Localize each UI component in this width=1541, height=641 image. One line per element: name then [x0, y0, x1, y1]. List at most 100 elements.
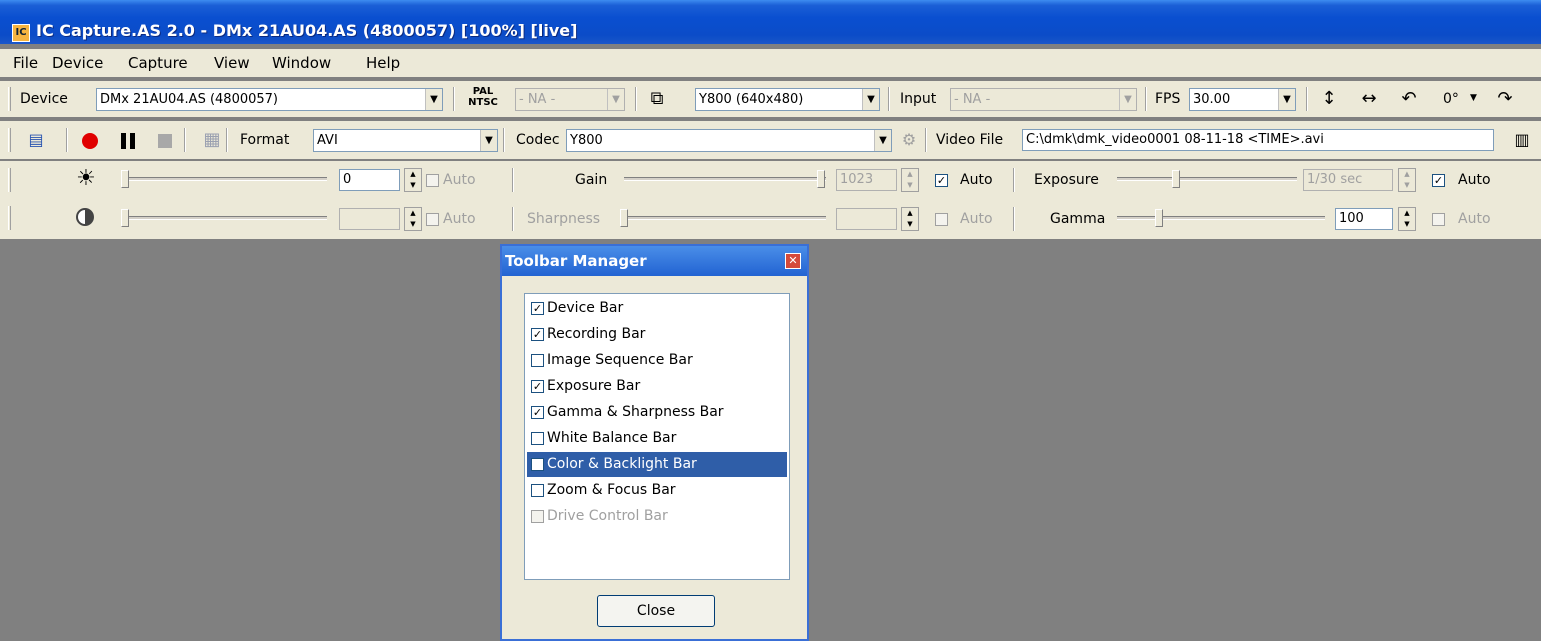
- exposure-auto-checkbox[interactable]: ✓: [1432, 174, 1445, 187]
- device-select[interactable]: DMx 21AU04.AS (4800057) ▼: [96, 88, 443, 111]
- gamma-slider-track[interactable]: [1117, 216, 1325, 220]
- list-item-device-bar[interactable]: ✓ Device Bar: [527, 296, 787, 321]
- checkbox[interactable]: ✓: [531, 302, 544, 315]
- exposure-bar: ☀ 0 ▲ ▼ Auto Gain 1023 ▲ ▼ ✓ Auto Exposure…: [0, 161, 1541, 199]
- rotation-value[interactable]: 0°: [1443, 91, 1459, 107]
- chevron-down-icon: ▼: [480, 130, 497, 151]
- close-icon[interactable]: ✕: [785, 253, 801, 269]
- rotate-right-icon[interactable]: ↷: [1493, 87, 1517, 111]
- exposure-slider-thumb[interactable]: [1172, 170, 1180, 188]
- exposure-spinner[interactable]: ▲ ▼: [1398, 168, 1416, 192]
- menu-view[interactable]: View: [214, 54, 250, 72]
- checkbox[interactable]: [531, 484, 544, 497]
- stop-icon[interactable]: [158, 134, 172, 148]
- gamma-slider-thumb[interactable]: [1155, 209, 1163, 227]
- brightness-value[interactable]: 0: [339, 169, 400, 191]
- image-format-icon: ⧉: [650, 88, 664, 109]
- brightness-slider-thumb[interactable]: [121, 170, 129, 188]
- toolbar-grip[interactable]: [8, 168, 11, 192]
- checkbox[interactable]: [531, 354, 544, 367]
- input-select[interactable]: - NA - ▼: [950, 88, 1137, 111]
- sharpness-value[interactable]: [836, 208, 897, 230]
- codec-select[interactable]: Y800 ▼: [566, 129, 892, 152]
- codec-properties-icon[interactable]: ⚙: [897, 128, 921, 152]
- input-label: Input: [900, 91, 937, 107]
- chevron-down-icon: ▼: [874, 130, 891, 151]
- separator: [1013, 207, 1015, 231]
- chevron-down-icon: ▼: [862, 89, 879, 110]
- contrast-slider-track[interactable]: [125, 216, 327, 220]
- app-icon: IC: [12, 24, 30, 42]
- chevron-down-icon[interactable]: ▼: [1470, 93, 1477, 103]
- gain-auto-checkbox[interactable]: ✓: [935, 174, 948, 187]
- record-icon[interactable]: [82, 133, 98, 149]
- video-norm-select[interactable]: - NA - ▼: [515, 88, 625, 111]
- device-bar: Device DMx 21AU04.AS (4800057) ▼ PAL NTSC …: [0, 81, 1541, 117]
- fps-select[interactable]: 30.00 ▼: [1189, 88, 1296, 111]
- checkbox[interactable]: ✓: [531, 328, 544, 341]
- list-item-white-balance-bar[interactable]: White Balance Bar: [527, 426, 787, 451]
- menu-device[interactable]: Device: [52, 54, 103, 72]
- brightness-slider-track[interactable]: [125, 177, 327, 181]
- gamma-label: Gamma: [1050, 211, 1106, 227]
- list-item-gamma-sharpness-bar[interactable]: ✓ Gamma & Sharpness Bar: [527, 400, 787, 425]
- menu-capture[interactable]: Capture: [128, 54, 188, 72]
- contrast-auto-checkbox[interactable]: [426, 213, 439, 226]
- toolbar-list: ✓ Device Bar ✓ Recording Bar Image Seque…: [524, 293, 790, 580]
- exposure-value[interactable]: 1/30 sec: [1303, 169, 1393, 191]
- rotate-left-icon[interactable]: ↶: [1397, 87, 1421, 111]
- brightness-auto-checkbox[interactable]: [426, 174, 439, 187]
- contrast-icon: [76, 208, 94, 226]
- separator: [1306, 87, 1308, 111]
- separator: [635, 87, 637, 111]
- exposure-slider-track[interactable]: [1117, 177, 1297, 181]
- video-format-select[interactable]: Y800 (640x480) ▼: [695, 88, 880, 111]
- gain-value[interactable]: 1023: [836, 169, 897, 191]
- gamma-spinner[interactable]: ▲ ▼: [1398, 207, 1416, 231]
- list-item-drive-control-bar: Drive Control Bar: [527, 504, 787, 529]
- contrast-slider-thumb[interactable]: [121, 209, 129, 227]
- gain-spinner[interactable]: ▲ ▼: [901, 168, 919, 192]
- brightness-spinner[interactable]: ▲ ▼: [404, 168, 422, 192]
- checkbox[interactable]: [531, 432, 544, 445]
- sharpness-slider-track[interactable]: [624, 216, 826, 220]
- toolbar-grip[interactable]: [8, 87, 11, 111]
- list-item-recording-bar[interactable]: ✓ Recording Bar: [527, 322, 787, 347]
- sharpness-slider-thumb[interactable]: [620, 209, 628, 227]
- chevron-down-icon: ▼: [1278, 89, 1295, 110]
- checkbox[interactable]: [531, 458, 544, 471]
- gain-slider-thumb[interactable]: [817, 170, 825, 188]
- menu-window[interactable]: Window: [272, 54, 331, 72]
- sharpness-spinner[interactable]: ▲ ▼: [901, 207, 919, 231]
- gamma-auto-checkbox[interactable]: [1432, 213, 1445, 226]
- toolbar-grip[interactable]: [8, 206, 11, 230]
- checkbox: [531, 510, 544, 523]
- flip-vertical-icon[interactable]: ↕: [1317, 87, 1341, 111]
- list-item-zoom-focus-bar[interactable]: Zoom & Focus Bar: [527, 478, 787, 503]
- list-item-image-sequence-bar[interactable]: Image Sequence Bar: [527, 348, 787, 373]
- menu-help[interactable]: Help: [366, 54, 400, 72]
- format-label: Format: [240, 132, 290, 148]
- recording-format-select[interactable]: AVI ▼: [313, 129, 498, 152]
- chevron-down-icon: ▼: [425, 89, 442, 110]
- contrast-value[interactable]: [339, 208, 400, 230]
- frame-filter-icon[interactable]: ▦: [200, 128, 224, 152]
- close-button[interactable]: Close: [597, 595, 715, 627]
- flip-horizontal-icon[interactable]: ↔: [1357, 87, 1381, 111]
- gain-slider-track[interactable]: [624, 177, 826, 181]
- list-item-color-backlight-bar[interactable]: Color & Backlight Bar: [527, 452, 787, 477]
- browse-file-icon[interactable]: ▥: [1510, 128, 1534, 152]
- exposure-auto-label: Auto: [1458, 172, 1491, 188]
- toolbar-manager-dialog: Toolbar Manager ✕ ✓ Device Bar ✓ Recordi…: [500, 244, 809, 641]
- pause-icon[interactable]: [121, 133, 135, 149]
- sharpness-auto-checkbox[interactable]: [935, 213, 948, 226]
- checkbox[interactable]: ✓: [531, 380, 544, 393]
- capture-settings-icon[interactable]: ▤: [24, 128, 48, 152]
- list-item-exposure-bar[interactable]: ✓ Exposure Bar: [527, 374, 787, 399]
- menu-file[interactable]: File: [13, 54, 38, 72]
- toolbar-grip[interactable]: [8, 128, 11, 152]
- contrast-spinner[interactable]: ▲ ▼: [404, 207, 422, 231]
- gamma-value[interactable]: 100: [1335, 208, 1393, 230]
- checkbox[interactable]: ✓: [531, 406, 544, 419]
- video-file-input[interactable]: C:\dmk\dmk_video0001 08-11-18 <TIME>.avi: [1022, 129, 1494, 151]
